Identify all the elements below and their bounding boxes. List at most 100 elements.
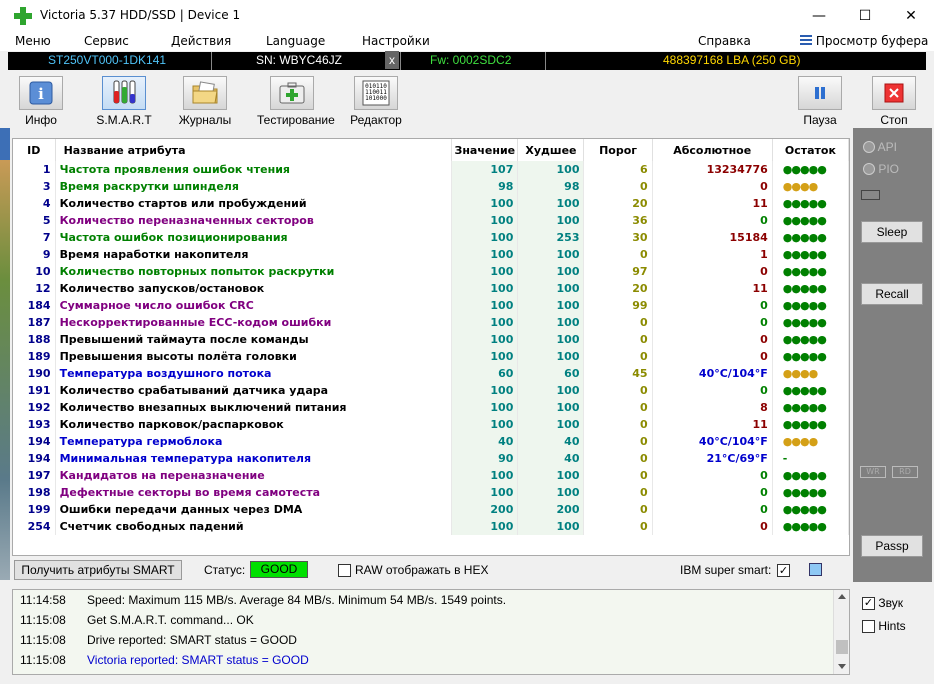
attr-id: 12 <box>13 280 56 297</box>
smart-button[interactable]: S.M.A.R.T <box>89 76 159 128</box>
attr-threshold: 0 <box>583 467 653 484</box>
smart-table[interactable]: ID Название атрибута Значение Худшее Пор… <box>12 138 850 556</box>
maximize-button[interactable]: ☐ <box>842 0 888 31</box>
table-row[interactable]: 189 Превышения высоты полёта головки 100 10… <box>13 348 849 365</box>
recall-button[interactable]: Recall <box>861 283 923 305</box>
led-indicator <box>861 190 880 200</box>
log-entry: 11:15:08 Drive reported: SMART status = G… <box>13 631 833 651</box>
pio-radio[interactable]: PIO <box>863 162 899 176</box>
table-row[interactable]: 194 Температура гермоблока 40 40 0 40°C/104°F… <box>13 433 849 450</box>
table-row[interactable]: 254 Счетчик свободных падений 100 100 0 0 ●●●●… <box>13 518 849 535</box>
raw-hex-checkbox[interactable] <box>338 563 351 577</box>
scroll-thumb[interactable] <box>836 640 848 654</box>
editor-button[interactable]: 010110 110011 101000 Редактор <box>341 76 411 128</box>
list-icon <box>800 35 812 45</box>
attr-absolute: 0 <box>652 263 773 280</box>
minimize-button[interactable]: — <box>796 0 842 31</box>
close-button[interactable]: ✕ <box>888 0 934 31</box>
menu-item-language[interactable]: Language <box>266 34 325 48</box>
ibm-super-smart-label: IBM super smart: <box>680 563 772 577</box>
info-button[interactable]: i Инфо <box>6 76 76 128</box>
log-scrollbar[interactable] <box>833 590 849 674</box>
attr-value: 100 <box>451 280 519 297</box>
stop-button[interactable]: Стоп <box>859 76 929 128</box>
table-row[interactable]: 191 Количество срабатываний датчика удара… <box>13 382 849 399</box>
menu-bar: Меню Сервис Действия Language Настройки … <box>0 31 934 51</box>
attr-value: 100 <box>451 263 519 280</box>
attr-remain: ●●●●● <box>772 195 849 212</box>
attr-remain: ●●●●● <box>772 348 849 365</box>
smart-table-body: 1 Частота проявления ошибок чтения 107 100 6… <box>13 161 849 535</box>
table-row[interactable]: 3 Время раскрутки шпинделя 98 98 0 0 ●●●● <box>13 178 849 195</box>
hints-checkbox[interactable]: Hints <box>862 619 906 634</box>
table-row[interactable]: 194 Минимальная температура накопителя 90 4… <box>13 450 849 467</box>
table-row[interactable]: 199 Ошибки передачи данных через DMA 200 20… <box>13 501 849 518</box>
color-indicator[interactable] <box>809 563 822 576</box>
col-header-worst[interactable]: Худшее <box>517 139 585 161</box>
col-header-threshold[interactable]: Порог <box>583 139 653 161</box>
sleep-button[interactable]: Sleep <box>861 221 923 243</box>
col-header-remain[interactable]: Остаток <box>772 139 849 161</box>
minimize-icon: — <box>812 7 826 24</box>
attr-id: 189 <box>13 348 56 365</box>
menu-item-help[interactable]: Справка <box>698 34 751 48</box>
close-drive-button[interactable]: x <box>385 51 399 69</box>
drive-model[interactable]: ST250VT000-1DK141 <box>48 53 166 67</box>
attr-remain: ●●●●● <box>772 484 849 501</box>
col-header-name[interactable]: Название атрибута <box>55 139 453 161</box>
table-row[interactable]: 7 Частота ошибок позиционирования 100 253 30… <box>13 229 849 246</box>
options-panel: ✓ Звук Hints <box>853 589 932 675</box>
table-row[interactable]: 198 Дефектные секторы во время самотеста 1… <box>13 484 849 501</box>
table-row[interactable]: 192 Количество внезапных выключений питан… <box>13 399 849 416</box>
table-row[interactable]: 1 Частота проявления ошибок чтения 107 100 6… <box>13 161 849 178</box>
table-row[interactable]: 4 Количество стартов или пробуждений 100 10… <box>13 195 849 212</box>
table-row[interactable]: 5 Количество переназначенных секторов 100 1… <box>13 212 849 229</box>
sound-checkbox[interactable]: ✓ Звук <box>862 596 903 611</box>
col-header-id[interactable]: ID <box>13 139 56 161</box>
pause-icon <box>798 76 842 110</box>
attr-absolute: 11 <box>652 195 773 212</box>
pause-button[interactable]: Пауза <box>785 76 855 128</box>
col-header-absolute[interactable]: Абсолютное <box>652 139 773 161</box>
attr-name: Время раскрутки шпинделя <box>55 178 453 195</box>
ibm-super-smart-checkbox[interactable]: ✓ <box>777 563 790 577</box>
table-row[interactable]: 184 Суммарное число ошибок CRC 100 100 99 0 ●●… <box>13 297 849 314</box>
menu-item-settings[interactable]: Настройки <box>362 34 430 48</box>
testing-button[interactable]: Тестирование <box>257 76 335 128</box>
attr-worst: 100 <box>517 212 585 229</box>
folder-icon <box>183 76 227 110</box>
menu-item-service[interactable]: Сервис <box>84 34 129 48</box>
attr-threshold: 0 <box>583 331 653 348</box>
attr-name: Минимальная температура накопителя <box>55 450 453 467</box>
table-row[interactable]: 190 Температура воздушного потока 60 60 45 40… <box>13 365 849 382</box>
table-row[interactable]: 10 Количество повторных попыток раскрутки… <box>13 263 849 280</box>
attr-value: 100 <box>451 399 519 416</box>
table-row[interactable]: 197 Кандидатов на переназначение 100 100 0 0 ●… <box>13 467 849 484</box>
attr-id: 4 <box>13 195 56 212</box>
view-buffer-link[interactable]: Просмотр буфера <box>800 34 928 48</box>
attr-name: Количество внезапных выключений питания <box>55 399 453 416</box>
attr-absolute: 0 <box>652 501 773 518</box>
get-smart-button[interactable]: Получить атрибуты SMART <box>14 560 182 580</box>
menu-item-menu[interactable]: Меню <box>15 34 51 48</box>
log-panel[interactable]: 11:14:58 Speed: Maximum 115 MB/s. Average… <box>12 589 850 675</box>
passp-button[interactable]: Passp <box>861 535 923 557</box>
logs-button[interactable]: Журналы <box>170 76 240 128</box>
attr-threshold: 0 <box>583 501 653 518</box>
table-row[interactable]: 9 Время наработки накопителя 100 100 0 1 ●●●●● <box>13 246 849 263</box>
table-row[interactable]: 193 Количество парковок/распарковок 100 100… <box>13 416 849 433</box>
api-radio[interactable]: API <box>863 140 897 154</box>
attr-name: Температура гермоблока <box>55 433 453 450</box>
raw-hex-label: RAW отображать в HEX <box>355 563 489 577</box>
table-row[interactable]: 12 Количество запусков/остановок 100 100 20 1… <box>13 280 849 297</box>
attr-value: 100 <box>451 195 519 212</box>
scroll-down-arrow-icon[interactable] <box>838 664 846 669</box>
table-row[interactable]: 188 Превышений таймаута после команды 100 1… <box>13 331 849 348</box>
scroll-up-arrow-icon[interactable] <box>838 594 846 599</box>
attr-threshold: 0 <box>583 450 653 467</box>
table-row[interactable]: 187 Нескорректированные ECC-кодом ошибки 1… <box>13 314 849 331</box>
log-time: 11:15:08 <box>20 633 66 647</box>
attr-worst: 100 <box>517 467 585 484</box>
menu-item-actions[interactable]: Действия <box>171 34 231 48</box>
col-header-value[interactable]: Значение <box>451 139 519 161</box>
